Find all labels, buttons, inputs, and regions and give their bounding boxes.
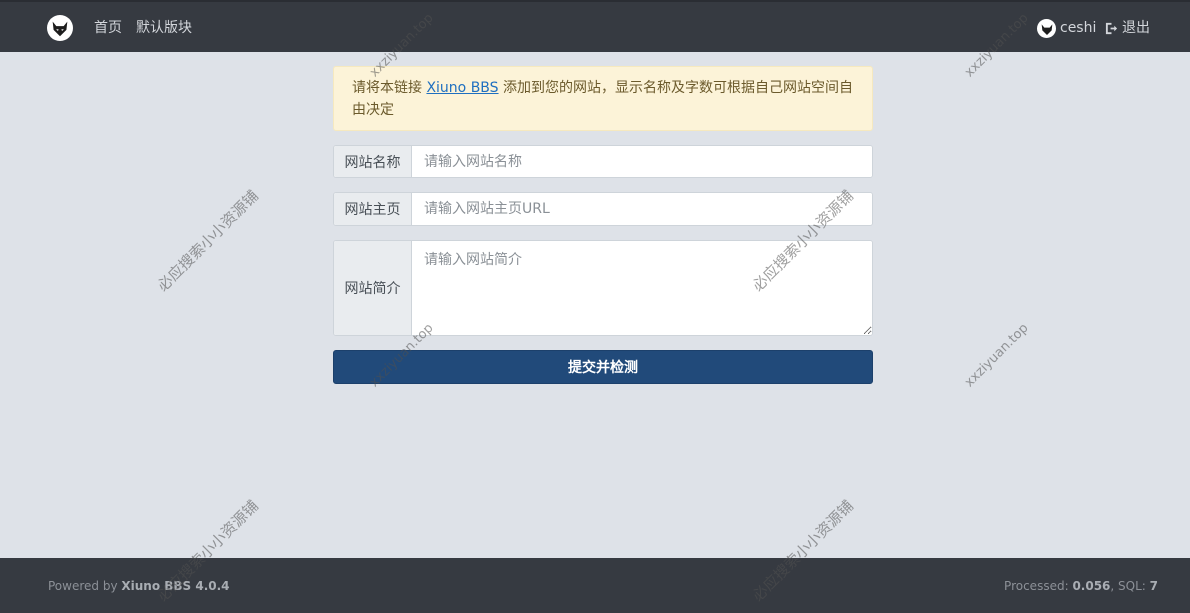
logout-link[interactable]: 退出 [1105, 18, 1150, 38]
top-navbar: 首页 默认版块 ceshi 退出 [0, 0, 1190, 52]
site-url-label: 网站主页 [334, 193, 412, 225]
site-name-group: 网站名称 [333, 145, 873, 178]
site-logo[interactable] [47, 15, 73, 41]
site-name-input[interactable] [412, 146, 872, 177]
site-url-group: 网站主页 [333, 192, 873, 226]
nav-home-link[interactable]: 首页 [94, 18, 122, 38]
logout-label: 退出 [1122, 20, 1150, 36]
page-footer: Powered by Xiuno BBS 4.0.4 Processed: 0.… [0, 558, 1190, 613]
powered-by: Powered by Xiuno BBS 4.0.4 [48, 579, 230, 593]
watermark-en: xxziyuan.top [961, 320, 1032, 391]
alert-link[interactable]: Xiuno BBS [426, 80, 498, 96]
fox-avatar-icon [1041, 23, 1052, 35]
site-desc-group: 网站简介 [333, 240, 873, 336]
sql-label: , SQL: [1110, 579, 1150, 593]
logout-icon [1105, 22, 1118, 34]
submit-check-button[interactable]: 提交并检测 [333, 350, 873, 384]
watermark-cn: 必应搜索小小资源铺 [153, 186, 262, 295]
processed-label: Processed: [1004, 579, 1073, 593]
site-desc-label: 网站简介 [334, 241, 412, 335]
nav-forum-link[interactable]: 默认版块 [136, 18, 192, 38]
fox-logo-icon [49, 17, 71, 39]
user-name-link[interactable]: ceshi [1060, 18, 1096, 38]
site-desc-textarea[interactable] [412, 241, 872, 335]
processed-value: 0.056 [1072, 579, 1111, 593]
user-avatar[interactable] [1037, 19, 1056, 38]
powered-name: Xiuno BBS 4.0.4 [121, 579, 230, 593]
sql-value: 7 [1149, 579, 1158, 593]
link-notice-alert: 请将本链接 Xiuno BBS 添加到您的网站，显示名称及字数可根据自己网站空间… [333, 66, 873, 131]
processed-stats: Processed: 0.056, SQL: 7 [1004, 579, 1158, 593]
powered-prefix: Powered by [48, 579, 122, 593]
site-name-label: 网站名称 [334, 146, 412, 177]
alert-text-before: 请将本链接 [352, 80, 427, 96]
site-url-input[interactable] [412, 193, 872, 225]
